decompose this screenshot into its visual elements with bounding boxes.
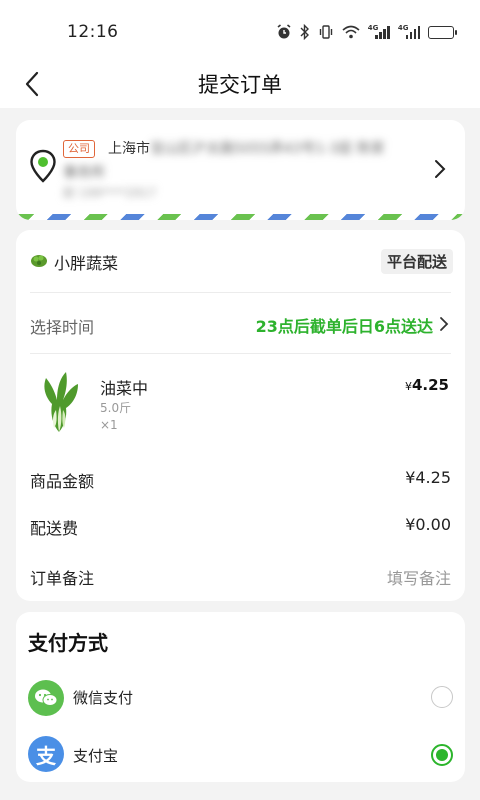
shipping-value: ¥0.00 bbox=[405, 515, 451, 534]
delivery-time-value[interactable]: 23点后截单后日6点送达 bbox=[256, 313, 433, 337]
price-value: 4.25 bbox=[411, 376, 449, 394]
envelope-stripe bbox=[16, 214, 465, 220]
address-city: 上海市 bbox=[108, 141, 150, 157]
alarm-icon bbox=[276, 24, 292, 40]
address-tag: 公司 bbox=[63, 140, 95, 158]
wechat-pay-icon bbox=[28, 680, 64, 716]
note-input[interactable]: 填写备注 bbox=[387, 565, 451, 589]
chevron-right-icon[interactable] bbox=[439, 316, 449, 332]
signal-icon: 4G bbox=[368, 24, 390, 39]
time-label: 选择时间 bbox=[30, 318, 95, 337]
note-label: 订单备注 bbox=[30, 569, 95, 588]
signal-icon: 4G bbox=[398, 24, 420, 39]
vegetable-icon bbox=[30, 252, 48, 272]
store-name: 小胖蔬菜 bbox=[54, 254, 119, 273]
product-name: 油菜中 bbox=[100, 379, 149, 398]
battery-icon bbox=[428, 25, 457, 39]
nav-bar: 提交订单 bbox=[0, 64, 480, 108]
status-icons: 4G 4G bbox=[276, 22, 457, 42]
bluetooth-icon bbox=[300, 24, 310, 40]
payment-title: 支付方式 bbox=[28, 631, 108, 655]
vibrate-icon bbox=[318, 24, 334, 40]
product-image bbox=[44, 372, 78, 432]
alipay-label: 支付宝 bbox=[73, 747, 119, 765]
location-pin-icon bbox=[30, 149, 56, 183]
payment-card: 支付方式 微信支付 支 支付宝 bbox=[16, 612, 465, 782]
address-line: 上海市宝山区沪太路5055弄43号1-3层 陈家 bbox=[108, 138, 385, 158]
order-card: 小胖蔬菜 平台配送 选择时间 23点后截单后日6点送达 油菜中 5.0斤 ×1 … bbox=[16, 230, 465, 601]
product-qty: ×1 bbox=[100, 418, 118, 432]
address-line-2: 事务所 bbox=[63, 165, 105, 181]
store-row: 小胖蔬菜 bbox=[30, 250, 118, 274]
wifi-icon bbox=[342, 25, 360, 39]
alipay-radio[interactable] bbox=[431, 744, 453, 766]
address-detail: 宝山区沪太路5055弄43号1-3层 陈家 bbox=[150, 141, 385, 157]
subtotal-value: ¥4.25 bbox=[405, 468, 451, 487]
wechat-pay-radio[interactable] bbox=[431, 686, 453, 708]
currency-symbol: ¥ bbox=[404, 380, 412, 393]
status-bar: 12:16 4G 4G bbox=[0, 0, 480, 64]
product-price: ¥4.25 bbox=[405, 376, 449, 394]
delivery-badge: 平台配送 bbox=[380, 249, 453, 274]
shipping-label: 配送费 bbox=[30, 519, 79, 538]
divider bbox=[30, 292, 451, 293]
status-time: 12:16 bbox=[67, 22, 119, 42]
alipay-icon: 支 bbox=[28, 736, 64, 772]
chevron-right-icon[interactable] bbox=[433, 158, 447, 180]
divider bbox=[30, 353, 451, 354]
page-title: 提交订单 bbox=[198, 73, 282, 97]
address-card[interactable]: 公司 上海市宝山区沪太路5055弄43号1-3层 陈家 事务所 尉 199***… bbox=[16, 120, 465, 220]
product-spec: 5.0斤 bbox=[100, 401, 132, 415]
wechat-pay-label: 微信支付 bbox=[73, 689, 134, 707]
address-phone: 尉 199****2917 bbox=[63, 186, 157, 200]
subtotal-label: 商品金额 bbox=[30, 472, 95, 491]
